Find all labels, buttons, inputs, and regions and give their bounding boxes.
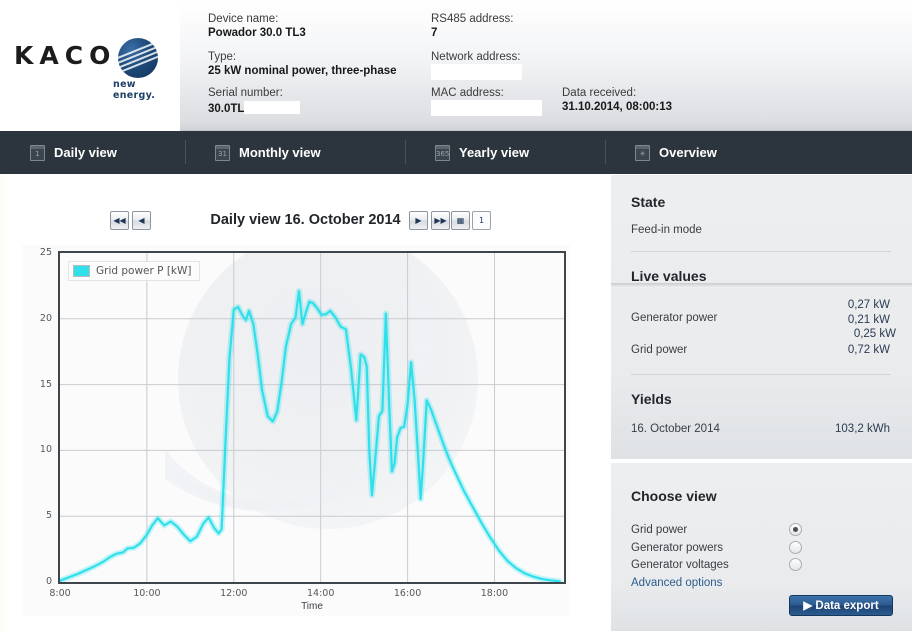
yield-date-label: 16. October 2014 (631, 423, 720, 435)
tab-label: Overview (659, 145, 717, 160)
advanced-options-link[interactable]: Advanced options (631, 577, 722, 589)
page-header: KACO new energy. Device name: Powador 30… (0, 0, 912, 131)
data-export-button[interactable]: ▶ Data export (789, 595, 893, 616)
choose-view-panel: Choose view Grid power Generator powers … (611, 462, 912, 631)
tab-monthly-view[interactable]: 31 Monthly view (185, 131, 405, 174)
left-edge-gradient (0, 174, 12, 631)
x-tick-label: 10:00 (133, 588, 161, 599)
main-navbar: 1 Daily view 31 Monthly view 365 Yearly view ✳… (0, 131, 912, 174)
device-type-field: Type: 25 kW nominal power, three-phase (208, 51, 397, 77)
choose-view-title: Choose view (631, 488, 717, 504)
first-button[interactable]: ◀◀ (110, 211, 129, 230)
right-sidebar: State Feed-in mode Live values Generator… (611, 174, 912, 631)
network-address-label: Network address: (431, 51, 521, 63)
divider-live-values (631, 374, 891, 375)
legend-swatch-grid-power (73, 265, 90, 277)
x-tick-label: 12:00 (220, 588, 248, 599)
rs485-address-field: RS485 address: 7 (431, 13, 513, 39)
grid-power-value: 0,72 kW (847, 344, 890, 356)
y-tick-label: 25 (39, 247, 52, 258)
mac-address-label: MAC address: (431, 87, 504, 99)
rs485-address-label: RS485 address: (431, 13, 514, 25)
yields-section-title: Yields (631, 391, 672, 407)
device-name-label: Device name: (208, 13, 279, 25)
y-tick-label: 20 (39, 312, 52, 324)
state-value: Feed-in mode (631, 224, 702, 236)
network-address-field: Network address: (431, 51, 522, 80)
tab-list: 1 Daily view 31 Monthly view 365 Yearly view ✳… (0, 131, 747, 174)
serial-number-label: Serial number: (208, 87, 283, 99)
x-tick-label: 8:00 (49, 588, 71, 599)
tab-label: Monthly view (239, 145, 321, 160)
generator-power-value-3: 0,25 kW (853, 328, 896, 340)
device-type-label: Type: (208, 51, 237, 63)
x-tick-label: 16:00 (393, 588, 422, 599)
radio-grid-power[interactable] (789, 523, 802, 536)
yield-value: 103,2 kWh (835, 423, 890, 435)
generator-power-label: Generator power (631, 312, 718, 324)
mac-address-field: MAC address: (431, 87, 542, 116)
option-label-generator-powers: Generator powers (631, 542, 724, 554)
data-received-label: Data received: (562, 87, 637, 99)
y-tick-label: 10 (39, 444, 52, 456)
grid-power-label: Grid power (631, 344, 688, 356)
y-tick-label: 15 (39, 378, 52, 390)
last-button[interactable]: ▶▶ (431, 211, 450, 230)
next-button[interactable]: ▶ (409, 211, 428, 230)
state-section-title: State (631, 194, 666, 210)
y-tick-label: 0 (45, 576, 52, 587)
calendar-month-icon: 31 (215, 144, 230, 161)
tab-yearly-view[interactable]: 365 Yearly view (405, 131, 605, 174)
device-name-value: Powador 30.0 TL3 (208, 27, 306, 39)
radio-generator-voltages[interactable] (789, 558, 802, 571)
data-received-value: 31.10.2014, 08:00:13 (562, 101, 672, 113)
globe-icon (118, 38, 158, 78)
mac-address-value (431, 100, 542, 116)
brand-tagline: new energy. (113, 79, 156, 101)
chart-plot-area: Grid power P [kW] (58, 251, 566, 584)
calendar-day-icon: 1 (30, 144, 45, 161)
calendar-icon[interactable]: ▦ (451, 211, 470, 230)
x-axis-label: Time (301, 601, 323, 612)
y-tick-label: 5 (45, 510, 52, 522)
chart-series-grid-power (60, 253, 564, 582)
tab-label: Yearly view (459, 145, 530, 160)
data-received-field: Data received: 31.10.2014, 08:00:13 (562, 87, 672, 113)
tab-overview[interactable]: ✳ Overview (605, 131, 747, 174)
device-name-field: Device name: Powador 30.0 TL3 (208, 13, 306, 39)
option-label-grid-power: Grid power (631, 524, 688, 536)
chart-navigation-bar: Daily view 16. October 2014 ◀◀ ◀ ▶ ▶▶ ▦ … (0, 210, 611, 236)
divider-state (631, 251, 891, 252)
chart-container: Grid power P [kW] 0 5 10 15 20 25 8:00 10:00 12… (22, 245, 570, 616)
device-type-value: 25 kW nominal power, three-phase (208, 65, 397, 77)
legend-label-grid-power: Grid power P [kW] (96, 265, 192, 277)
chart-title: Daily view 16. October 2014 (210, 212, 401, 228)
previous-button[interactable]: ◀ (132, 211, 151, 230)
x-tick-label: 18:00 (480, 588, 509, 599)
network-address-value (431, 64, 522, 80)
serial-number-field: Serial number: 30.0TL (208, 87, 301, 115)
brand-logo: KACO new energy. (0, 0, 180, 131)
option-label-generator-voltages: Generator voltages (631, 559, 729, 571)
chart-legend: Grid power P [kW] (68, 261, 200, 281)
tab-daily-view[interactable]: 1 Daily view (0, 131, 185, 174)
asterisk-icon: ✳ (635, 144, 650, 161)
generator-power-value-1: 0,27 kW (847, 299, 890, 311)
live-values-section-title: Live values (631, 268, 707, 284)
brand-wordmark: KACO (14, 41, 117, 70)
radio-generator-powers[interactable] (789, 541, 802, 554)
generator-power-value-2: 0,21 kW (847, 314, 890, 326)
x-tick-label: 14:00 (306, 588, 335, 599)
tab-label: Daily view (54, 145, 117, 160)
rs485-address-value: 7 (431, 27, 438, 39)
main-content: Daily view 16. October 2014 ◀◀ ◀ ▶ ▶▶ ▦ … (0, 174, 611, 631)
panel-separator-shadow (611, 283, 912, 288)
status-panel: State Feed-in mode Live values Generator… (611, 174, 912, 459)
today-button[interactable]: 1 (472, 211, 491, 230)
serial-redaction (244, 101, 301, 114)
serial-number-value: 30.0TL (208, 101, 301, 115)
calendar-year-icon: 365 (435, 144, 450, 161)
